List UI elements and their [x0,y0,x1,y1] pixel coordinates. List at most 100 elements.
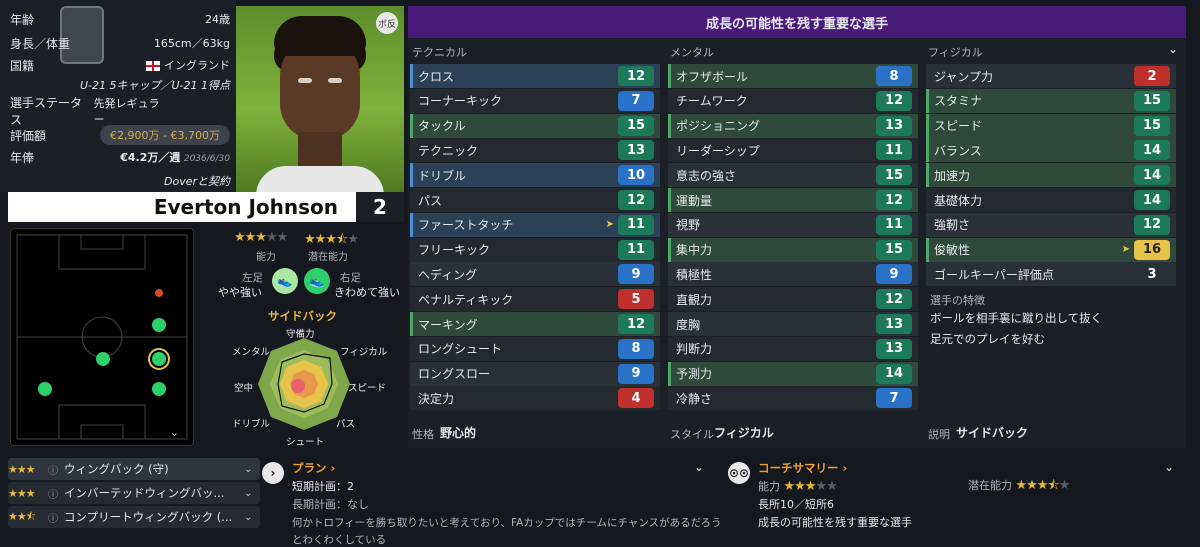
mental-header: メンタル [670,46,714,59]
attribute-value: 12 [876,289,912,310]
chevron-down-icon[interactable]: ⌄ [244,512,260,523]
attribute-label: 運動量 [676,193,713,208]
attribute-row[interactable]: ドリブル 10 [410,163,660,188]
traits-header: 選手の特徴 [930,294,985,307]
attribute-row[interactable]: ロングシュート 8 [410,336,660,361]
chevron-down-icon[interactable]: ⌄ [694,460,704,474]
attribute-value: 13 [618,140,654,161]
attribute-value: 15 [1134,115,1170,136]
attribute-row[interactable]: バランス 14 [926,138,1176,163]
attribute-row[interactable]: 予測力 14 [668,361,918,386]
attribute-row[interactable]: コーナーキック 7 [410,88,660,113]
attribute-row[interactable]: ロングスロー 9 [410,361,660,386]
chevron-down-icon[interactable]: ⌄ [1168,42,1178,56]
chevron-right-icon[interactable]: › [262,462,284,484]
attribute-row[interactable]: パス 12 [410,188,660,212]
chevron-down-icon[interactable]: ⌄ [244,488,260,499]
attribute-label: マーキング [418,317,478,332]
glasses-icon[interactable]: ⊙⊙ [728,462,750,484]
chevron-down-icon[interactable]: ⌄ [244,464,260,475]
role-row[interactable]: ★★⯪ ⓘ コンプリートウィングバック (... ⌄ [8,506,260,528]
chevron-down-icon[interactable]: ⌄ [170,426,179,439]
attribute-row[interactable]: 俊敏性 ➤ 16 [926,237,1176,262]
attribute-row[interactable]: スタミナ 15 [926,88,1176,113]
trait-item[interactable]: 足元でのプレイを好む [930,331,1045,347]
attribute-label: ゴールキーパー評価点 [934,267,1054,282]
position-dot [155,289,163,297]
attribute-label: オフザボール [676,69,749,84]
value-range-pill[interactable]: €2,900万 - €3,700万 [100,125,230,145]
info-icon[interactable]: ⓘ [48,510,64,525]
attribute-row[interactable]: 直観力 12 [668,287,918,312]
attribute-value: 11 [876,140,912,161]
attribute-label: 予測力 [676,367,713,382]
role-stars: ★★★ [8,462,36,476]
attribute-row[interactable]: 強靭さ 12 [926,212,1176,237]
attribute-value: 13 [876,115,912,136]
attributes-title: 成長の可能性を残す重要な選手 [408,6,1186,38]
attribute-value: 14 [1134,190,1170,210]
personality-value: 野心的 [440,426,477,440]
attribute-value: 12 [618,190,654,210]
attribute-value: 9 [876,264,912,285]
attribute-row[interactable]: 度胸 13 [668,312,918,336]
attribute-label: ロングシュート [418,342,503,357]
coach-potential-stars: ★★★⯪★ [1015,478,1071,493]
description-value: サイドバック [956,426,1029,440]
attribute-row[interactable]: 集中力 15 [668,237,918,262]
attribute-row[interactable]: テクニック 13 [410,138,660,163]
attribute-row[interactable]: マーキング 12 [410,312,660,336]
caps-row: U-21 5キャップ／U-21 1得点 [79,79,230,92]
attribute-row[interactable]: 運動量 12 [668,188,918,212]
trait-item[interactable]: ボールを相手裏に蹴り出して抜く [930,310,1102,326]
bottom-panel: ★★★ ⓘ ウィングバック (守) ⌄ ★★★ ⓘ インバーテッドウィングバッ.… [0,452,1200,546]
info-icon[interactable]: ⓘ [48,462,64,477]
attribute-row[interactable]: ポジショニング 13 [668,113,918,138]
attribute-label: 直観力 [676,292,713,307]
player-info-panel: 年齢 24歳 身長／体重 165cm／63kg 国籍 イングランド U-21 5… [0,0,236,192]
attribute-row[interactable]: 決定力 4 [410,386,660,411]
attribute-label: 俊敏性 [934,243,971,258]
nationality-row: 国籍 イングランド [10,58,230,73]
attribute-row[interactable]: リーダーシップ 11 [668,138,918,163]
attribute-row[interactable]: オフザボール 8 [668,64,918,88]
attribute-row[interactable]: 基礎体力 14 [926,188,1176,212]
portrait-badge[interactable]: ボ反 [376,12,398,34]
info-icon[interactable]: ⓘ [48,486,64,501]
left-boot-icon: 👟 [272,268,298,294]
attribute-row[interactable]: 意志の強さ 15 [668,163,918,188]
chevron-down-icon[interactable]: ⌄ [1164,460,1174,474]
attribute-label: ペナルティキック [418,292,514,307]
ability-stars: ★★★★★ [234,230,288,245]
attribute-row[interactable]: フリーキック 11 [410,237,660,262]
attribute-row[interactable]: タックル 15 [410,113,660,138]
role-row[interactable]: ★★★ ⓘ ウィングバック (守) ⌄ [8,458,260,480]
arrow-up-icon: ➤ [605,219,614,231]
attribute-row[interactable]: ファーストタッチ ➤ 11 [410,212,660,237]
attribute-row[interactable]: 加速力 14 [926,163,1176,188]
value-row: 評価額 €2,900万 - €3,700万 [10,124,230,146]
position-pitch[interactable]: ⌄ [10,228,194,446]
squad-number: 2 [356,192,404,222]
attribute-row[interactable]: ジャンプ力 2 [926,64,1176,88]
attribute-row[interactable]: スピード 15 [926,113,1176,138]
role-row[interactable]: ★★★ ⓘ インバーテッドウィングバッ... ⌄ [8,482,260,504]
attribute-label: ドリブル [418,168,467,183]
attribute-row[interactable]: チームワーク 12 [668,88,918,113]
attribute-value: 4 [618,388,654,409]
position-dot [152,352,166,366]
attribute-row[interactable]: クロス 12 [410,64,660,88]
attribute-row[interactable]: 冷静さ 7 [668,386,918,411]
position-label: サイドバック [268,309,337,323]
attribute-label: テクニック [418,143,479,158]
attribute-row[interactable]: ヘディング 9 [410,262,660,287]
attribute-row[interactable]: 積極性 9 [668,262,918,287]
attribute-row[interactable]: 判断力 13 [668,336,918,361]
attribute-row[interactable]: ゴールキーパー評価点 3 [926,262,1176,287]
attribute-label: 強靭さ [934,218,971,233]
attribute-row[interactable]: 視野 11 [668,212,918,237]
attribute-label: 基礎体力 [934,193,983,208]
attribute-label: チームワーク [676,94,748,109]
attribute-label: 視野 [676,218,701,233]
attribute-row[interactable]: ペナルティキック 5 [410,287,660,312]
